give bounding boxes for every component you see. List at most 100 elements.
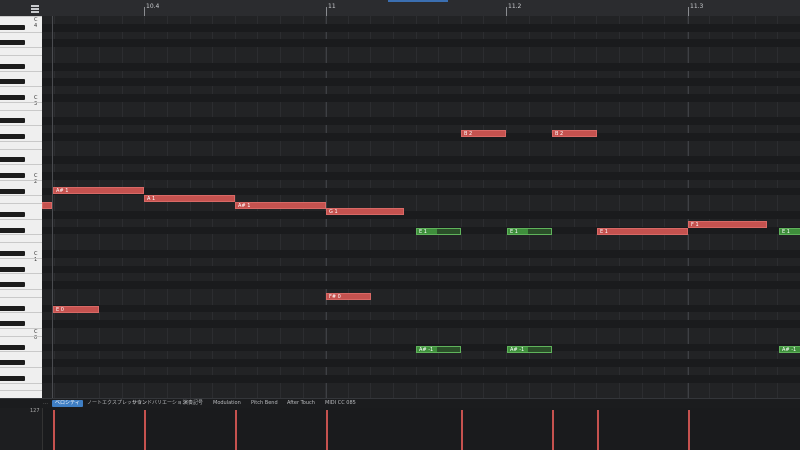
playback-range-indicator — [388, 0, 448, 2]
timeline-ruler[interactable]: 10.4 11 11.2 11.3 — [42, 0, 800, 16]
black-key[interactable] — [0, 266, 25, 272]
black-key[interactable] — [0, 227, 25, 233]
grid-row — [42, 390, 800, 398]
playhead-line — [52, 16, 53, 398]
midi-note-selected[interactable]: A# -1 — [779, 346, 800, 353]
black-key[interactable] — [0, 305, 25, 311]
midi-note[interactable]: B 2 — [461, 130, 506, 137]
grid-row — [42, 242, 800, 250]
black-key[interactable] — [0, 134, 25, 139]
black-key[interactable] — [0, 360, 25, 366]
midi-note[interactable] — [42, 202, 52, 209]
white-key-divider — [0, 382, 42, 384]
grid-row — [42, 32, 800, 40]
grid-row — [42, 258, 800, 266]
velocity-bar[interactable] — [235, 410, 237, 450]
black-key[interactable] — [0, 79, 25, 85]
grid-row — [42, 62, 800, 71]
black-key[interactable] — [0, 118, 25, 124]
grid-row — [42, 211, 800, 219]
black-key[interactable] — [0, 95, 25, 100]
velocity-scale: 127 — [0, 408, 43, 450]
velocity-bar[interactable] — [552, 410, 554, 450]
grid-row — [42, 149, 800, 157]
white-key-divider — [0, 140, 42, 142]
grid-row — [42, 219, 800, 227]
black-key[interactable] — [0, 344, 25, 350]
midi-note-selected[interactable]: E 1 — [779, 228, 800, 235]
black-key[interactable] — [0, 251, 25, 256]
midi-note-selected[interactable]: E 1 — [416, 228, 461, 235]
velocity-lane[interactable]: 127 — [0, 408, 800, 450]
grid-row — [42, 265, 800, 274]
black-key[interactable] — [0, 282, 25, 288]
grid-row — [42, 304, 800, 313]
midi-note-selected[interactable]: A# -1 — [416, 346, 461, 353]
white-key-divider — [0, 125, 42, 127]
midi-note[interactable]: B 2 — [552, 130, 597, 137]
midi-note-selected[interactable]: A# -1 — [507, 346, 552, 353]
velocity-bar[interactable] — [326, 410, 328, 450]
velocity-bar[interactable] — [144, 410, 146, 450]
midi-note[interactable]: E 1 — [597, 228, 688, 235]
black-key[interactable] — [0, 24, 25, 30]
grid-row — [42, 234, 800, 242]
tab-pitch-bend[interactable]: Pitch Bend — [248, 400, 281, 407]
grid-row — [42, 47, 800, 55]
octave-label: C 4 — [34, 17, 38, 29]
velocity-bar[interactable] — [688, 410, 690, 450]
white-key-divider — [0, 390, 42, 392]
black-key[interactable] — [0, 188, 25, 194]
grid-row — [42, 102, 800, 110]
midi-note-selected[interactable]: E 1 — [507, 228, 552, 235]
grid-row — [42, 71, 800, 79]
key-editor: 10.4 11 11.2 11.3 C 4 C 3 C 2 C 1 C 0 A#… — [0, 0, 800, 450]
white-key-divider — [0, 289, 42, 290]
grid-row — [42, 281, 800, 289]
tab-after-touch[interactable]: After Touch — [284, 400, 318, 407]
grid-row — [42, 55, 800, 63]
note-grid[interactable]: A# 1 A 1 A# 1 G 1 B 2 B 2 E 1 E 1 E 1 F … — [42, 16, 800, 398]
black-key[interactable] — [0, 157, 25, 163]
white-key-divider — [0, 203, 42, 205]
grid-row — [42, 273, 800, 281]
grid-row — [42, 289, 800, 297]
grid-row — [42, 86, 800, 94]
grid-row — [42, 359, 800, 367]
ruler-label: 10.4 — [146, 3, 160, 10]
grid-row — [42, 180, 800, 188]
tab-articulations[interactable]: 演奏記号 — [180, 400, 206, 407]
grid-row — [42, 16, 800, 24]
tab-modulation[interactable]: Modulation — [210, 400, 244, 407]
black-key[interactable] — [0, 173, 25, 178]
velocity-bar[interactable] — [597, 410, 599, 450]
white-key-divider — [0, 101, 42, 103]
midi-note[interactable]: F 1 — [688, 221, 767, 228]
tab-midi-cc[interactable]: MIDI CC 085 — [322, 400, 359, 407]
piano-keyboard[interactable]: C 4 C 3 C 2 C 1 C 0 — [0, 16, 43, 398]
grid-row — [42, 110, 800, 118]
tab-velocity[interactable]: ベロシティ — [52, 400, 83, 407]
black-key[interactable] — [0, 63, 25, 69]
white-key-divider — [0, 86, 42, 88]
black-key[interactable] — [0, 40, 25, 46]
white-key-divider — [0, 195, 42, 197]
black-key[interactable] — [0, 375, 25, 381]
midi-note[interactable]: A# 1 — [235, 202, 326, 209]
velocity-bar[interactable] — [461, 410, 463, 450]
midi-note[interactable]: G 1 — [326, 208, 404, 215]
grid-row — [42, 141, 800, 149]
black-key[interactable] — [0, 212, 25, 217]
midi-note[interactable]: F# 0 — [326, 293, 371, 300]
midi-note[interactable]: E 0 — [53, 306, 99, 313]
white-key-divider — [0, 367, 42, 368]
velocity-bar[interactable] — [53, 410, 55, 450]
white-key-divider — [0, 242, 42, 244]
grid-row — [42, 250, 800, 258]
midi-note[interactable]: A 1 — [144, 195, 235, 202]
white-key-divider — [0, 47, 42, 49]
black-key[interactable] — [0, 321, 25, 327]
midi-note[interactable]: A# 1 — [53, 187, 144, 194]
grid-row — [42, 297, 800, 305]
menu-icon[interactable] — [0, 0, 42, 16]
